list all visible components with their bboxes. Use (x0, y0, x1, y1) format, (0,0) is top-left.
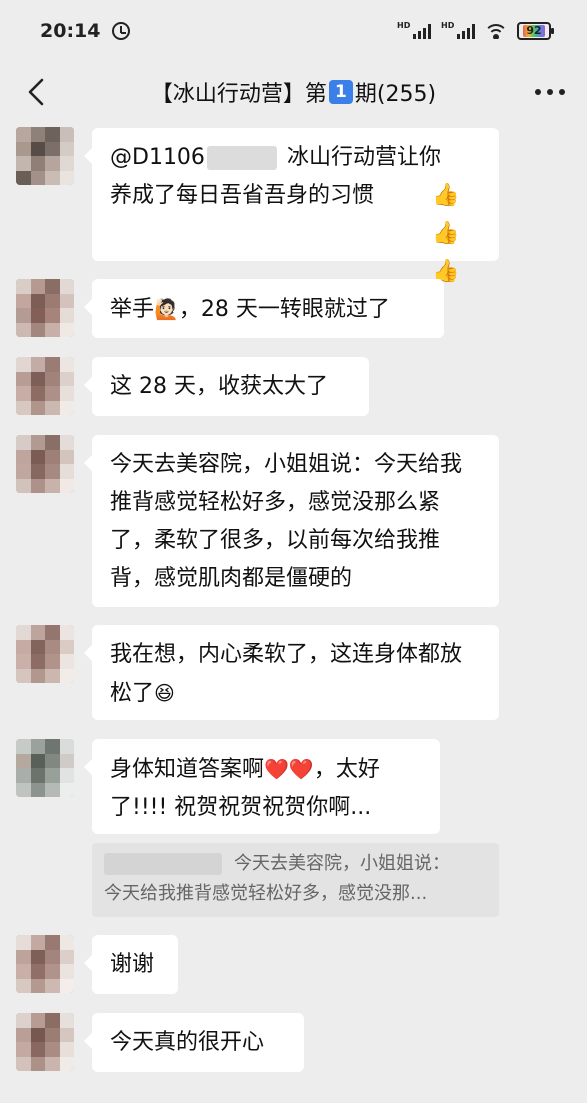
redacted-name (104, 853, 222, 875)
quote-text: 今天去美容院，小姐姐说： (234, 853, 450, 874)
message-bubble[interactable]: 这 28 天，收获太大了 (84, 357, 369, 416)
raising-hand-icon: 🙋🏻 (154, 297, 179, 321)
message-line: 养成了每日吾省吾身的习惯 (110, 177, 481, 215)
message-text: 今天去美容院，小姐姐说：今天给我推背感觉轻松好多，感觉没那么紧了，柔软了很多，以… (110, 452, 463, 591)
message-bubble[interactable]: 今天去美容院，小姐姐说：今天给我推背感觉轻松好多，感觉没那么紧了，柔软了很多，以… (84, 435, 499, 607)
alarm-clock-icon (112, 22, 131, 40)
heart-icon: ❤️❤️ (264, 757, 314, 781)
message-text: 冰山行动营让你 (286, 145, 441, 170)
chat-title-prefix: 【冰山行动营】第 (150, 82, 327, 107)
message-text: 这 28 天，收获太大了 (110, 374, 328, 399)
avatar[interactable] (16, 279, 74, 337)
more-dots-icon[interactable] (535, 82, 565, 102)
chat-title-bar: 【冰山行动营】第 1 期(255) (0, 62, 587, 122)
quote-text: 今天给我推背感觉轻松好多，感觉没那... (104, 883, 428, 904)
battery-level: 92 (523, 25, 545, 37)
message-line: @D1106 冰山行动营让你 (110, 139, 481, 177)
thumbs-up-icon: 👍👍👍 (432, 183, 462, 284)
quote-line: 今天给我推背感觉轻松好多，感觉没那... (104, 879, 487, 909)
signal-hd-label: HD (397, 21, 411, 30)
message-text: 今天真的很开心 (110, 1030, 265, 1055)
status-time: 20:14 (40, 20, 101, 42)
message-bubble[interactable]: 举手🙋🏻，28 天一转眼就过了 (84, 279, 444, 338)
status-left: 20:14 (40, 20, 131, 42)
wifi-icon (485, 23, 507, 39)
message-bubble[interactable]: @D1106 冰山行动营让你 养成了每日吾省吾身的习惯 👍👍👍 (84, 128, 499, 284)
message-text: 谢谢 (110, 952, 155, 977)
signal-icon: HD (397, 21, 431, 39)
status-bar: 20:14 HD HD 92 (0, 0, 587, 62)
redacted-name (206, 146, 277, 170)
avatar[interactable] (16, 1013, 74, 1071)
quote-line: 今天去美容院，小姐姐说： (104, 849, 487, 879)
chat-title-suffix: 期(255) (354, 82, 437, 107)
message-text: 举手 (110, 297, 155, 322)
chat-title-badge: 1 (328, 80, 353, 104)
avatar[interactable] (16, 739, 74, 797)
message-text: 身体知道答案啊 (110, 757, 265, 782)
avatar[interactable] (16, 935, 74, 993)
chevron-left-icon[interactable] (20, 76, 52, 108)
message-text: ，28 天一转眼就过了 (178, 297, 390, 322)
avatar[interactable] (16, 127, 74, 185)
avatar[interactable] (16, 435, 74, 493)
message-text: 养成了每日吾省吾身的习惯 (110, 183, 375, 208)
message-bubble[interactable]: 谢谢 (84, 935, 178, 994)
signal-icon: HD (441, 21, 475, 39)
chat-message-list[interactable]: @D1106 冰山行动营让你 养成了每日吾省吾身的习惯 👍👍👍 举手🙋🏻，28 天… (0, 122, 587, 1103)
chat-title: 【冰山行动营】第 1 期(255) (151, 76, 436, 108)
status-right: HD HD 92 (397, 21, 554, 40)
quoted-reply[interactable]: 今天去美容院，小姐姐说： 今天给我推背感觉轻松好多，感觉没那... (92, 843, 499, 917)
message-bubble[interactable]: 我在想，内心柔软了，这连身体都放松了😆 (84, 625, 499, 720)
avatar[interactable] (16, 625, 74, 683)
mention-text: @D1106 (110, 145, 205, 170)
avatar[interactable] (16, 357, 74, 415)
laughing-face-icon: 😆 (154, 681, 175, 705)
signal-hd-label: HD (441, 21, 455, 30)
message-bubble[interactable]: 身体知道答案啊❤️❤️，太好了!!!! 祝贺祝贺祝贺你啊... (84, 739, 440, 834)
battery-icon: 92 (517, 22, 554, 40)
message-bubble[interactable]: 今天真的很开心 (84, 1013, 304, 1072)
